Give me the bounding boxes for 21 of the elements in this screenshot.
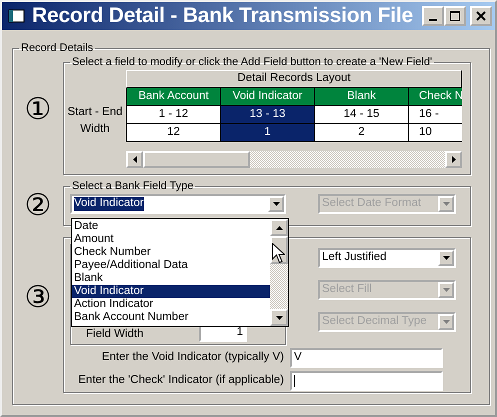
table-cell: 2 (315, 124, 409, 142)
group-label: Select a field to modify or click the Add Field button to create a 'New Field' (71, 57, 434, 68)
table-cell: 1 - 12 (127, 106, 221, 124)
row-label: Start - End (66, 106, 124, 120)
grid-title: Detail Records Layout (126, 70, 462, 88)
table-cell: 1 (221, 124, 315, 142)
group-label: Record Details (20, 43, 94, 54)
field-width-label: Field Width (86, 328, 144, 342)
step-number: ③ (24, 283, 52, 313)
row-label: Width (79, 123, 111, 137)
step-number: ① (24, 95, 52, 125)
void-indicator-label: Enter the Void Indicator (typically V) (100, 351, 285, 365)
check-indicator-label: Enter the 'Check' Indicator (if applicable) (77, 374, 285, 388)
step-number: ② (24, 191, 52, 221)
table-cell: 16 - (409, 106, 462, 124)
table-cell: 14 - 15 (315, 106, 409, 124)
table-cell: 10 (409, 124, 462, 142)
table-cell: 12 (127, 124, 221, 142)
window-title: Record Detail - Bank Transmission File (32, 3, 414, 29)
table-cell: 13 - 13 (221, 106, 315, 124)
group-label: Select a Bank Field Type (71, 181, 194, 192)
